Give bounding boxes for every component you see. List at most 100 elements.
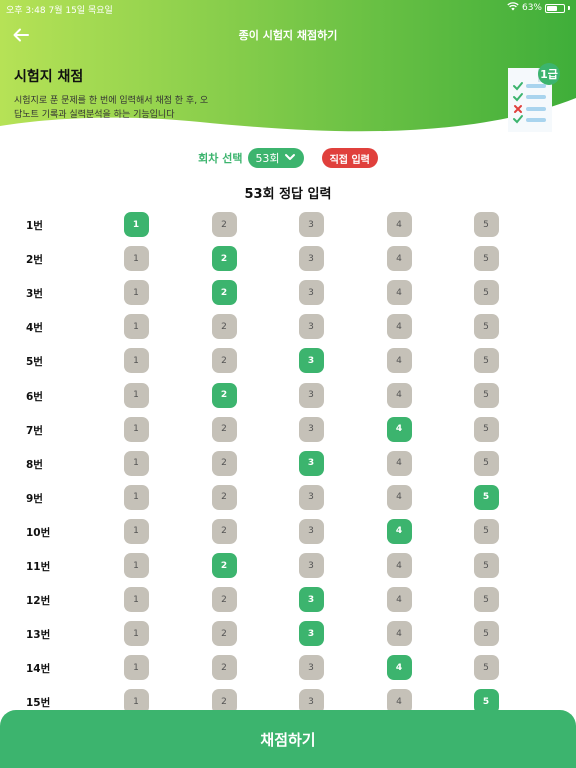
answer-section-title: 53회 정답 입력 [244,187,332,202]
answer-option-button[interactable]: 2 [211,382,237,408]
question-row: 9번 1 2 3 4 5 [0,482,576,514]
question-row: 4번 1 2 3 4 5 [0,311,576,343]
question-label: 15번 [26,697,51,710]
answer-option-button[interactable]: 4 [386,382,412,408]
answer-option-button[interactable]: 3 [298,348,324,374]
answer-option-button[interactable]: 4 [386,621,412,647]
answer-option-button[interactable]: 3 [298,450,324,476]
question-label: 1번 [26,220,43,232]
answer-option-button[interactable]: 4 [386,518,412,544]
answer-option-button[interactable]: 1 [123,621,149,647]
answer-option-button[interactable]: 3 [298,280,324,306]
answer-option-button[interactable]: 4 [386,280,412,306]
answer-option-button[interactable]: 5 [473,655,499,681]
answer-option-button[interactable]: 5 [473,553,499,578]
answer-option-button[interactable]: 5 [473,212,499,237]
answer-option-button[interactable]: 5 [473,587,499,613]
question-row: 5번 1 2 3 4 5 [0,345,576,377]
answer-option-button[interactable]: 1 [123,280,149,306]
answer-option-button[interactable]: 3 [298,518,324,544]
direct-input-button[interactable]: 직접 입력 [321,148,378,168]
answer-option-button[interactable]: 2 [211,518,237,544]
page-title: 종이 시험지 채점하기 [238,29,338,42]
answer-option-button[interactable]: 4 [386,314,412,340]
answer-option-button[interactable]: 2 [211,553,237,578]
answer-option-button[interactable]: 5 [473,416,499,442]
answer-option-button[interactable]: 4 [386,416,412,442]
answer-option-button[interactable]: 3 [298,621,324,647]
question-label: 11번 [26,561,51,573]
answer-option-button[interactable]: 3 [298,416,324,442]
answer-option-button[interactable]: 1 [123,212,149,237]
question-row: 7번 1 2 3 4 5 [0,414,576,446]
answer-option-button[interactable]: 4 [386,553,412,578]
question-row: 6번 1 2 3 4 5 [0,380,576,412]
answer-option-button[interactable]: 2 [211,450,237,476]
answer-option-button[interactable]: 3 [298,587,324,613]
question-row: 10번 1 2 3 4 5 [0,516,576,548]
answer-option-button[interactable]: 3 [298,246,324,272]
question-row: 1번 1 2 3 4 5 [0,209,576,241]
checklist-document-icon: 1급 [506,62,562,134]
intro-section: 시험지 채점 시험지로 푼 문제를 한 번에 입력해서 채점 한 후, 오답노트… [14,66,214,122]
answer-option-button[interactable]: 5 [473,518,499,544]
answer-option-button[interactable]: 3 [298,212,324,237]
answer-option-button[interactable]: 4 [386,212,412,237]
answer-option-button[interactable]: 3 [298,314,324,340]
answer-option-button[interactable]: 1 [123,382,149,408]
answer-option-button[interactable]: 4 [386,587,412,613]
question-label: 12번 [26,595,51,608]
answer-option-button[interactable]: 2 [211,655,237,681]
intro-description: 시험지로 푼 문제를 한 번에 입력해서 채점 한 후, 오답노트 기록과 실력… [14,96,209,120]
answer-option-button[interactable]: 2 [211,212,237,237]
answer-option-button[interactable]: 4 [386,655,412,681]
answer-option-button[interactable]: 3 [298,553,324,578]
answer-option-button[interactable]: 1 [123,246,149,272]
answer-option-button[interactable]: 2 [211,246,237,272]
answer-option-button[interactable]: 2 [211,587,237,613]
answer-option-button[interactable]: 3 [298,484,324,510]
answer-option-button[interactable]: 4 [386,246,412,272]
answer-option-button[interactable]: 4 [386,484,412,510]
answer-option-button[interactable]: 1 [123,655,149,681]
answer-option-button[interactable]: 1 [123,450,149,476]
answer-option-button[interactable]: 2 [211,314,237,340]
grade-button[interactable]: 채점하기 [0,710,576,768]
answer-option-button[interactable]: 2 [211,416,237,442]
answer-option-button[interactable]: 1 [123,314,149,340]
answer-option-button[interactable]: 5 [473,280,499,306]
answer-option-button[interactable]: 5 [473,621,499,647]
answer-option-button[interactable]: 2 [211,348,237,374]
answer-option-button[interactable]: 4 [386,450,412,476]
answer-option-button[interactable]: 5 [473,348,499,374]
answer-option-button[interactable]: 1 [123,416,149,442]
round-select-label: 회차 선택 [198,152,243,165]
question-row: 13번 1 2 3 4 5 [0,618,576,650]
question-label: 8번 [26,458,43,471]
status-bar: 오후 3:48 7월 15일 목요일 63% [0,0,576,16]
status-time-date: 오후 3:48 7월 15일 목요일 [6,6,113,16]
round-select-dropdown[interactable]: 53회 [248,148,304,168]
answer-option-button[interactable]: 5 [473,314,499,340]
question-label: 4번 [26,322,43,335]
answer-option-button[interactable]: 5 [473,382,499,408]
answer-option-button[interactable]: 5 [473,484,499,510]
answer-option-button[interactable]: 1 [123,587,149,613]
answer-option-button[interactable]: 2 [211,484,237,510]
answer-option-button[interactable]: 3 [298,382,324,408]
answer-option-button[interactable]: 2 [211,621,237,647]
answer-option-button[interactable]: 1 [123,553,149,578]
answer-option-button[interactable]: 1 [123,484,149,510]
answer-option-button[interactable]: 5 [473,450,499,476]
answer-option-button[interactable]: 5 [473,246,499,272]
question-row: 2번 1 2 3 4 5 [0,243,576,275]
answer-option-button[interactable]: 4 [386,348,412,374]
answer-option-button[interactable]: 1 [123,348,149,374]
question-label: 3번 [26,288,43,301]
answer-option-button[interactable]: 3 [298,655,324,681]
direct-input-label: 직접 입력 [329,154,370,166]
answer-option-button[interactable]: 1 [123,518,149,544]
question-row: 14번 1 2 3 4 5 [0,652,576,684]
answer-option-button[interactable]: 2 [211,280,237,306]
question-label: 10번 [26,526,51,539]
